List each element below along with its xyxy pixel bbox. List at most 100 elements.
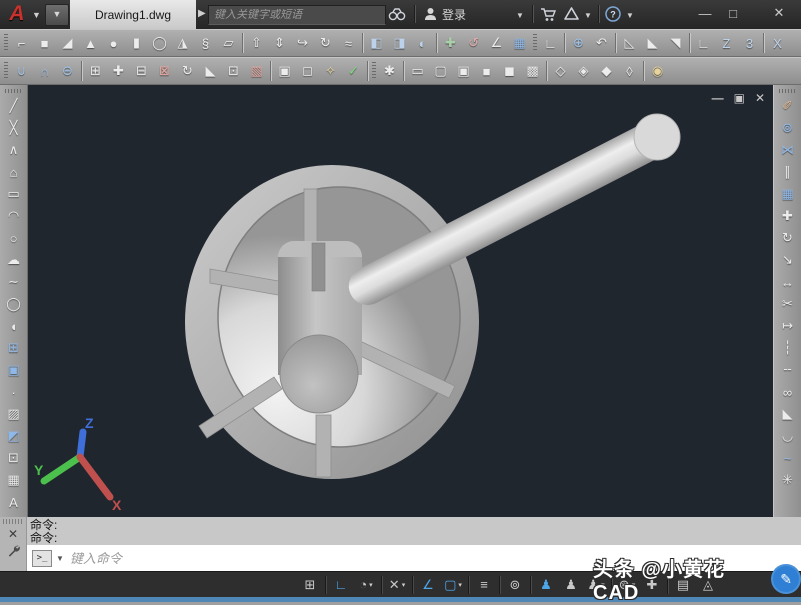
- ellipse-arc-icon[interactable]: ◖▾: [2, 315, 26, 337]
- viewport-close-button[interactable]: ✕: [755, 91, 765, 105]
- stretch-icon[interactable]: ↔▾: [776, 271, 800, 293]
- visual-style-hidden-icon[interactable]: ▣▾: [452, 60, 475, 83]
- view-se-isometric-icon[interactable]: ◈▾: [572, 60, 595, 83]
- revolve-icon[interactable]: ↻▾: [314, 32, 337, 55]
- ucs-previous-icon[interactable]: ↶▾: [590, 32, 613, 55]
- viewport-restore-button[interactable]: ▣: [734, 91, 745, 105]
- sweep-icon[interactable]: ↪▾: [291, 32, 314, 55]
- autodesk-360-icon[interactable]: [563, 4, 580, 24]
- document-tab[interactable]: Drawing1.dwg: [70, 0, 196, 29]
- ucs-3-point-icon[interactable]: 3▾: [738, 32, 761, 55]
- chamfer-icon[interactable]: ◣▾: [776, 403, 800, 425]
- trim-icon[interactable]: ✂▾: [776, 293, 800, 315]
- app-logo-icon[interactable]: A: [4, 2, 30, 26]
- view-sw-isometric-icon[interactable]: ◇▾: [549, 60, 572, 83]
- drawing-viewport[interactable]: Z Y X — ▣ ✕: [28, 85, 773, 517]
- 3d-rotate-icon[interactable]: ↺▾: [462, 32, 485, 55]
- command-customize-wrench-icon[interactable]: [6, 544, 21, 559]
- extract-edges-icon[interactable]: ✱▾: [378, 60, 401, 83]
- help-search-box[interactable]: [208, 5, 386, 25]
- ucs-object-icon[interactable]: ◣▾: [641, 32, 664, 55]
- visual-style-wireframe-icon[interactable]: ▢▾: [429, 60, 452, 83]
- break-at-point-icon[interactable]: ┆▾: [776, 337, 800, 359]
- cone-icon[interactable]: ▲▾: [79, 32, 102, 55]
- torus-icon[interactable]: ◯▾: [148, 32, 171, 55]
- help-icon[interactable]: ?: [605, 4, 621, 24]
- interfere-icon[interactable]: ◐▾: [411, 32, 434, 55]
- shell-icon[interactable]: ▣▾: [273, 60, 296, 83]
- rectangle-icon[interactable]: ▭▾: [2, 183, 26, 205]
- 3d-align-icon[interactable]: ∠▾: [485, 32, 508, 55]
- ucs-icon[interactable]: ∟▾: [539, 32, 562, 55]
- fillet-icon[interactable]: ◡▾: [776, 425, 800, 447]
- close-button[interactable]: ✕: [762, 0, 796, 26]
- offset-faces-icon[interactable]: ⊡▾: [222, 60, 245, 83]
- erase-icon[interactable]: ✐▾: [776, 95, 800, 117]
- object-snap-tracking-icon[interactable]: ∠▾: [416, 574, 440, 596]
- command-window-grip[interactable]: [3, 519, 23, 524]
- status-dropdown-arrow-icon[interactable]: ▾: [458, 581, 462, 589]
- taper-faces-icon[interactable]: ◣▾: [199, 60, 222, 83]
- visual-style-shaded-icon[interactable]: ▩▾: [521, 60, 544, 83]
- intersect-icon[interactable]: ∩▾: [33, 60, 56, 83]
- slice-icon[interactable]: ◨▾: [388, 32, 411, 55]
- rotate-icon[interactable]: ↻▾: [776, 227, 800, 249]
- object-snap-icon[interactable]: ▢ ▾: [441, 574, 465, 596]
- polar-tracking-icon[interactable]: ◔ ▾: [354, 574, 378, 596]
- ucs-rotate-x-icon[interactable]: X▾: [766, 32, 789, 55]
- rotate-faces-icon[interactable]: ↻▾: [176, 60, 199, 83]
- color-faces-icon[interactable]: ▧▾: [245, 60, 268, 83]
- presspull-icon[interactable]: ⇕▾: [268, 32, 291, 55]
- visual-style-2d-wireframe-icon[interactable]: ▭▾: [406, 60, 429, 83]
- extend-icon[interactable]: ↦▾: [776, 315, 800, 337]
- view-ne-isometric-icon[interactable]: ◆▾: [595, 60, 618, 83]
- multiline-text-icon[interactable]: A▾: [2, 491, 26, 513]
- store-cart-icon[interactable]: [540, 4, 557, 24]
- status-dropdown-arrow-icon[interactable]: ▾: [369, 581, 373, 589]
- 3d-array-icon[interactable]: ▦▾: [508, 32, 531, 55]
- polysolid-icon[interactable]: ⌐▾: [10, 32, 33, 55]
- isometric-drafting-icon[interactable]: ✕ ▾: [385, 574, 409, 596]
- sphere-icon[interactable]: ●▾: [102, 32, 125, 55]
- break-icon[interactable]: ╌▾: [776, 359, 800, 381]
- app-menu-arrow-icon[interactable]: ▼: [32, 10, 41, 20]
- visual-style-conceptual-icon[interactable]: ◼▾: [498, 60, 521, 83]
- recent-commands-arrow-icon[interactable]: ▼: [56, 554, 64, 563]
- cylinder-icon[interactable]: ▮▾: [125, 32, 148, 55]
- copy-faces-icon[interactable]: ⊟▾: [130, 60, 153, 83]
- login-dropdown-icon[interactable]: ▼: [516, 11, 524, 20]
- region-icon[interactable]: ⊡▾: [2, 447, 26, 469]
- helix-icon[interactable]: §▾: [194, 32, 217, 55]
- ortho-mode-icon[interactable]: ∟▾: [329, 574, 353, 596]
- check-icon[interactable]: ✓▾: [342, 60, 365, 83]
- ucs-origin-icon[interactable]: ∟▾: [692, 32, 715, 55]
- annotation-visibility-icon[interactable]: ♟▾: [534, 574, 558, 596]
- autoscale-icon[interactable]: ♟▾: [559, 574, 583, 596]
- delete-faces-icon[interactable]: ⊠▾: [153, 60, 176, 83]
- ucs-view-icon[interactable]: ◥▾: [664, 32, 687, 55]
- construction-line-icon[interactable]: ╳▾: [2, 117, 26, 139]
- array-icon[interactable]: ▦▾: [776, 183, 800, 205]
- command-history-line[interactable]: 命令:: [30, 532, 57, 545]
- join-icon[interactable]: ∞▾: [776, 381, 800, 403]
- maximize-button[interactable]: □: [716, 0, 750, 26]
- view-nw-isometric-icon[interactable]: ◊▾: [618, 60, 641, 83]
- extrude-faces-icon[interactable]: ⊞▾: [84, 60, 107, 83]
- copy-icon[interactable]: ⊚▾: [776, 117, 800, 139]
- union-icon[interactable]: ∪▾: [10, 60, 33, 83]
- pyramid-icon[interactable]: ◮▾: [171, 32, 194, 55]
- ucs-z-axis-icon[interactable]: Z▾: [715, 32, 738, 55]
- revision-cloud-icon[interactable]: ☁▾: [2, 249, 26, 271]
- planar-surface-icon[interactable]: ▱▾: [217, 32, 240, 55]
- extrude-icon[interactable]: ⇧▾: [245, 32, 268, 55]
- viewport-minimize-button[interactable]: —: [712, 91, 724, 105]
- blend-curves-icon[interactable]: ~▾: [776, 447, 800, 469]
- imprint-icon[interactable]: ✧▾: [319, 60, 342, 83]
- mirror-icon[interactable]: ⋈▾: [776, 139, 800, 161]
- scale-icon[interactable]: ↘▾: [776, 249, 800, 271]
- selection-cycling-icon[interactable]: ⊚▾: [503, 574, 527, 596]
- ucs-world-icon[interactable]: ⊕▾: [567, 32, 590, 55]
- line-icon[interactable]: ╱▾: [2, 95, 26, 117]
- tab-expand-arrow-icon[interactable]: ▶: [198, 8, 206, 19]
- a360-dropdown-icon[interactable]: ▼: [584, 11, 592, 20]
